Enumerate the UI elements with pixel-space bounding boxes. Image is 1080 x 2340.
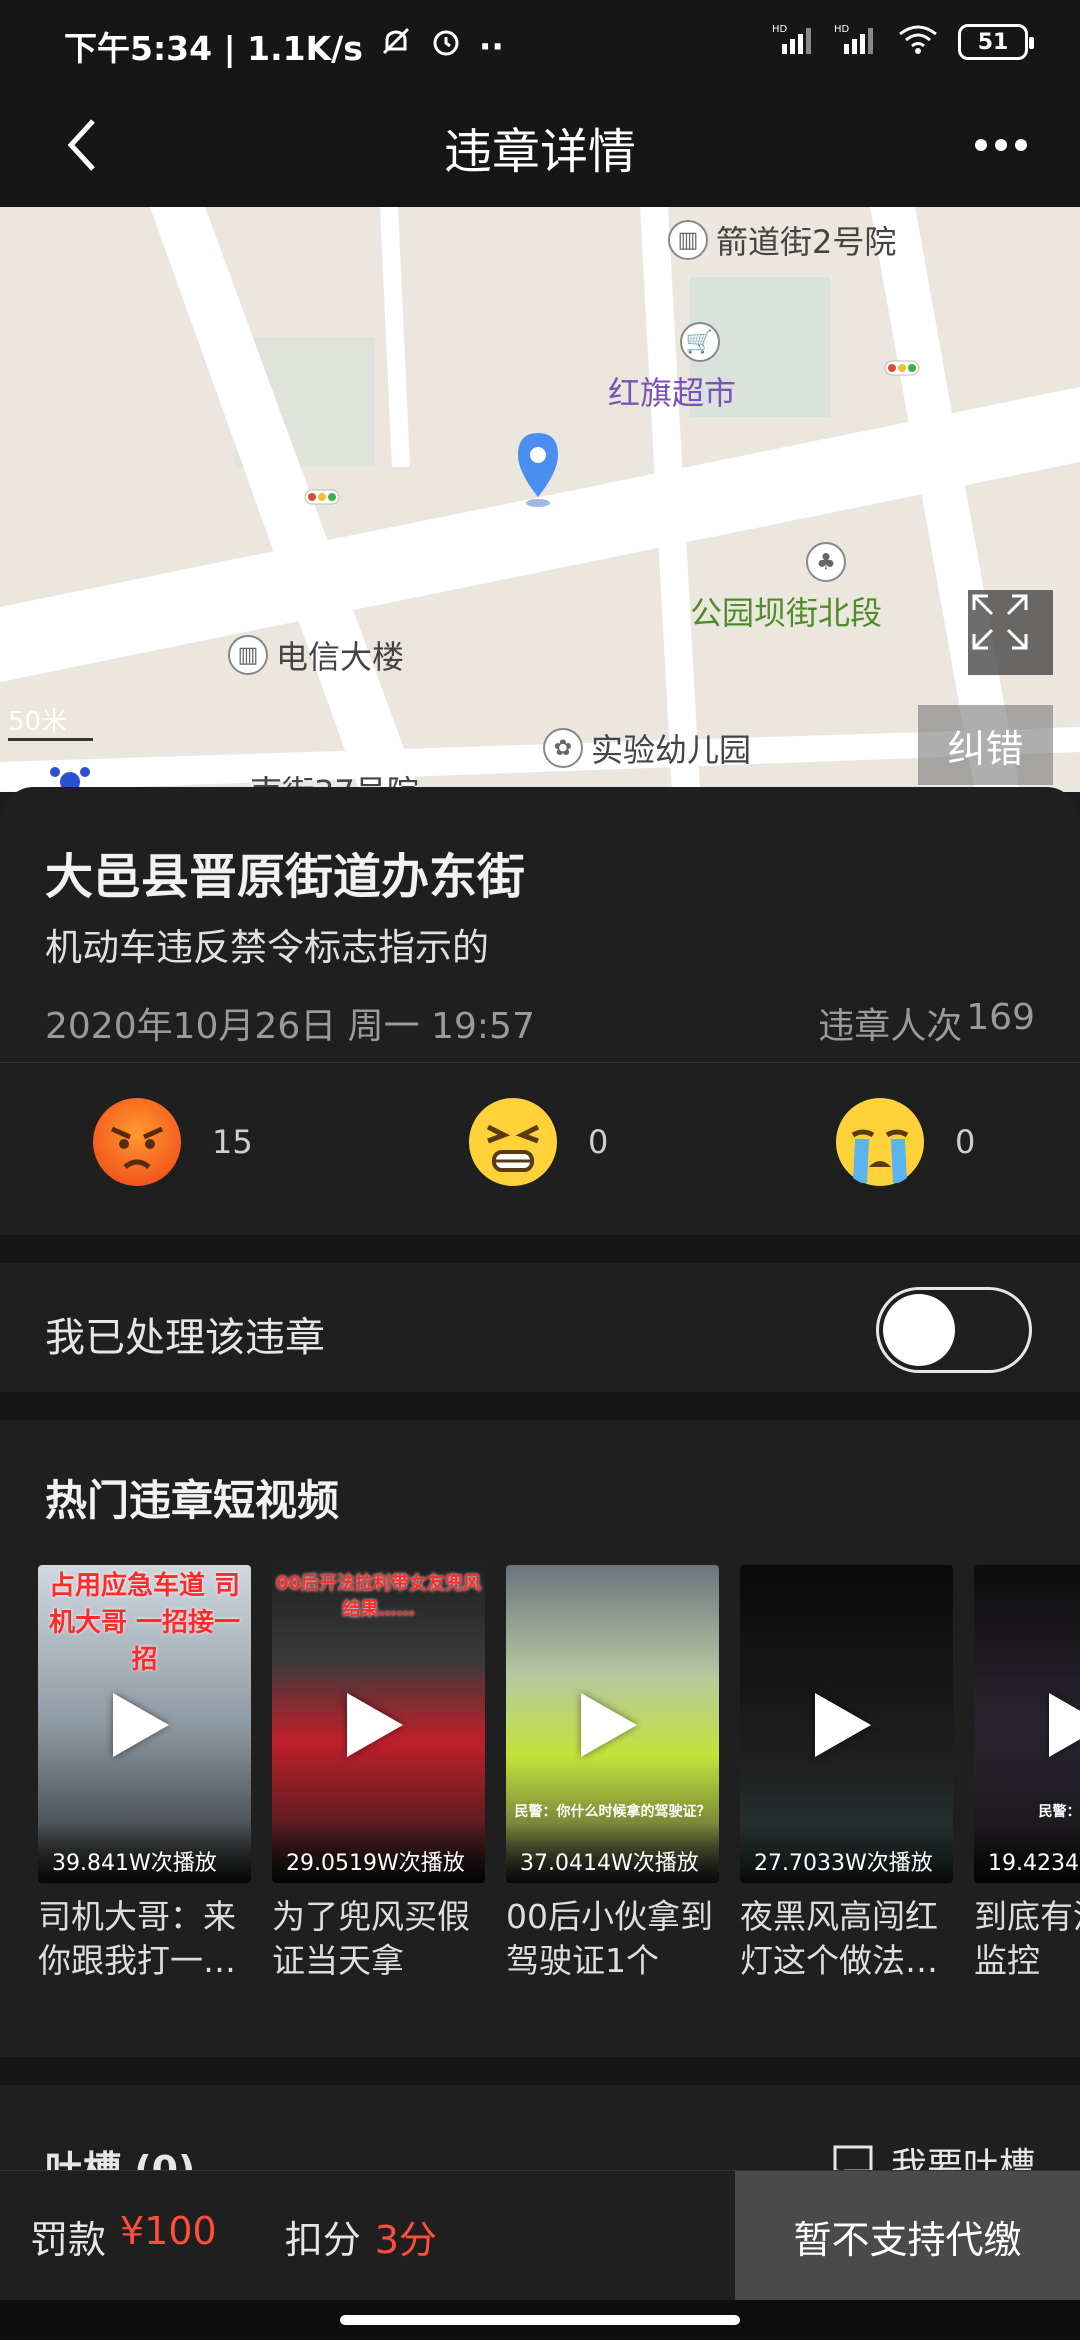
building-icon: ▥ [228, 635, 268, 675]
video-card[interactable]: 27.7033W次播放 夜黑风高闯红灯这个做法… [740, 1565, 953, 1983]
video-title[interactable]: 为了兜风买假证当天拿 [272, 1895, 485, 1983]
violation-type: 机动车违反禁令标志指示的 [45, 926, 489, 969]
video-thumbnail[interactable]: 民警：你开车 19.4234W次播放 [974, 1565, 1080, 1883]
page-title: 违章详情 [443, 124, 636, 180]
map-scale: 50米 [8, 701, 93, 741]
more-notifications-icon: ·· [478, 26, 504, 66]
play-icon [1049, 1693, 1080, 1757]
section-gap [0, 2057, 1080, 2085]
processed-row: 我已处理该违章 [0, 1267, 1080, 1392]
shopping-cart-icon: 🛒 [679, 322, 720, 362]
video-plays: 27.7033W次播放 [740, 1823, 953, 1883]
video-overlay-text: 00后开法拉利带女友兜风 结果…… [275, 1573, 482, 1620]
processed-label: 我已处理该违章 [45, 1315, 325, 1361]
school-icon: ✿ [543, 728, 583, 768]
processed-toggle[interactable] [876, 1287, 1032, 1373]
alarm-icon [429, 25, 463, 67]
section-gap [0, 1235, 1080, 1263]
hot-videos-title: 热门违章短视频 [45, 1476, 340, 1525]
report-error-button[interactable]: 纠错 [918, 705, 1053, 785]
frustrated-face-icon [469, 1098, 557, 1186]
video-title[interactable]: 夜黑风高闯红灯这个做法… [740, 1895, 953, 1983]
reaction-crying[interactable]: 0 [835, 1097, 975, 1187]
video-list[interactable]: 占用应急车道 司机大哥 一招接一招 39.841W次播放 司机大哥：来你跟我打一… [38, 1565, 1080, 2005]
video-plays: 29.0519W次播放 [272, 1823, 485, 1883]
crying-face-icon [836, 1098, 924, 1186]
home-indicator[interactable] [340, 2315, 740, 2325]
signal-icon: HD [772, 22, 816, 62]
video-overlay-text: 民警：你开车 [1038, 1804, 1080, 1820]
payment-bar: 罚款 ¥100 扣分 3分 暂不支持代缴 [0, 2170, 1080, 2301]
video-overlay-text: 民警：你什么时候拿的驾驶证？ [514, 1804, 711, 1820]
video-card[interactable]: 占用应急车道 司机大哥 一招接一招 39.841W次播放 司机大哥：来你跟我打一… [38, 1565, 251, 1983]
map-poi-dianxin: ▥ 电信大楼 [228, 632, 404, 678]
angry-face-icon [93, 1098, 181, 1186]
status-time: 下午5:34 | 1.1K/s [64, 29, 363, 68]
map-poi-jiandao: ▥ 箭道街2号院 [668, 217, 896, 263]
status-bar: 下午5:34 | 1.1K/s ·· HD HD 51 [0, 0, 1080, 92]
nav-bar: 违章详情 [0, 92, 1080, 207]
points-label: 扣分 [284, 2218, 361, 2262]
video-thumbnail[interactable]: 00后开法拉利带女友兜风 结果…… 29.0519W次播放 [272, 1565, 485, 1883]
divider [0, 1062, 1080, 1063]
map-poi-hongqi: 🛒 红旗超市 [608, 322, 736, 414]
video-title[interactable]: 司机大哥：来你跟我打一… [38, 1895, 251, 1983]
mute-icon [379, 25, 413, 67]
reaction-angry[interactable]: 15 [92, 1097, 253, 1187]
video-card[interactable]: 民警：你什么时候拿的驾驶证？ 37.0414W次播放 00后小伙拿到驾驶证1个小… [506, 1565, 719, 1983]
video-thumbnail[interactable]: 民警：你什么时候拿的驾驶证？ 37.0414W次播放 [506, 1565, 719, 1883]
map-view[interactable]: ▥ 箭道街2号院 🛒 红旗超市 ♣ 公园坝街北段 ▥ 电信大楼 ✿ 实验幼儿园 南街37号… [0, 207, 1080, 792]
fine-amount: ¥100 [120, 2209, 217, 2253]
signal-icon-2: HD [834, 22, 878, 62]
video-card[interactable]: 民警：你开车 19.4234W次播放 到底有没车？监控 [974, 1565, 1080, 1983]
svg-text:HD: HD [772, 24, 788, 35]
play-icon [347, 1693, 403, 1757]
pay-button[interactable]: 暂不支持代缴 [735, 2171, 1080, 2301]
svg-text:HD: HD [834, 24, 850, 35]
play-icon [581, 1693, 637, 1757]
fullscreen-button[interactable] [968, 590, 1053, 675]
more-icon [975, 139, 987, 151]
violation-address: 大邑县晋原街道办东街 [45, 849, 526, 905]
section-gap [0, 1392, 1080, 1420]
video-thumbnail[interactable]: 27.7033W次播放 [740, 1565, 953, 1883]
battery-indicator: 51 [958, 24, 1034, 60]
video-title[interactable]: 到底有没车？监控 [974, 1895, 1080, 1983]
expand-icon [972, 594, 1028, 650]
map-poi-gongyuan: ♣ 公园坝街北段 [690, 542, 882, 634]
video-plays: 37.0414W次播放 [506, 1823, 719, 1883]
video-thumbnail[interactable]: 占用应急车道 司机大哥 一招接一招 39.841W次播放 [38, 1565, 251, 1883]
fine-label: 罚款 [30, 2218, 107, 2262]
wifi-icon [896, 22, 940, 62]
video-title[interactable]: 00后小伙拿到驾驶证1个小… [506, 1895, 719, 1983]
video-plays: 39.841W次播放 [38, 1823, 251, 1883]
video-card[interactable]: 00后开法拉利带女友兜风 结果…… 29.0519W次播放 为了兜风买假证当天拿 [272, 1565, 485, 1983]
play-icon [815, 1693, 871, 1757]
violation-count: 违章人次 169 [818, 997, 1035, 1047]
points-value: 3分 [374, 2218, 437, 2262]
violation-datetime: 2020年10月26日 周一 19:57 [45, 1006, 535, 1047]
toggle-knob [883, 1294, 955, 1366]
fine-info: 罚款 ¥100 扣分 3分 [30, 2209, 437, 2264]
violation-sheet: 大邑县晋原街道办东街 机动车违反禁令标志指示的 2020年10月26日 周一 1… [0, 787, 1080, 2237]
map-poi-shiyan: ✿ 实验幼儿园 [543, 725, 751, 771]
play-icon [113, 1693, 169, 1757]
video-plays: 19.4234W次播放 [974, 1823, 1080, 1883]
building-icon: ▥ [668, 220, 708, 260]
more-options-button[interactable] [966, 120, 1036, 170]
video-overlay-text: 占用应急车道 司机大哥 一招接一招 [48, 1571, 241, 1675]
park-icon: ♣ [806, 542, 846, 582]
reaction-frustrated[interactable]: 0 [468, 1097, 608, 1187]
